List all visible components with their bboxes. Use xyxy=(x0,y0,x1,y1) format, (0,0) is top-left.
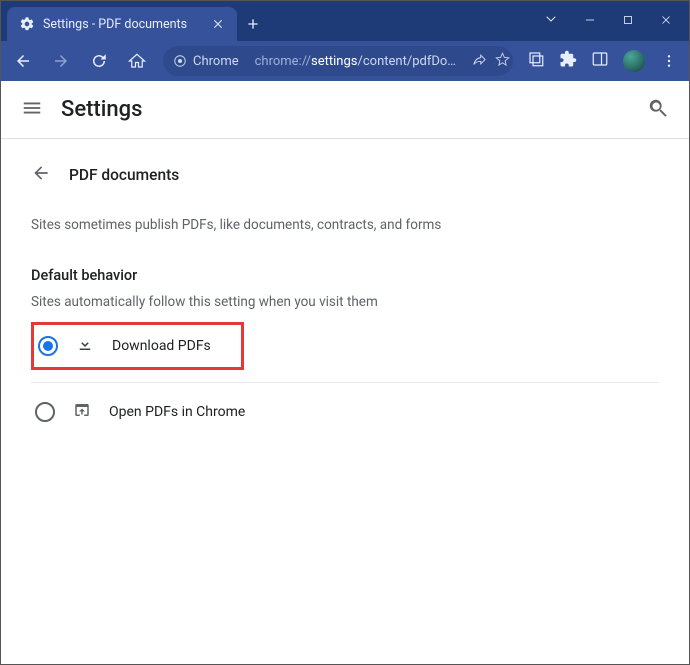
nav-back-button[interactable] xyxy=(11,49,35,73)
option-divider xyxy=(31,382,659,383)
browser-menu-button[interactable] xyxy=(659,53,679,69)
page-description: Sites sometimes publish PDFs, like docum… xyxy=(31,217,659,233)
scheme-label: Chrome xyxy=(193,54,239,69)
section-subtitle: Sites automatically follow this setting … xyxy=(31,294,659,310)
open-in-browser-icon xyxy=(73,401,91,423)
window-close-button[interactable] xyxy=(659,12,673,31)
download-icon xyxy=(76,335,94,357)
gear-icon xyxy=(19,16,35,32)
profile-avatar[interactable] xyxy=(623,50,645,72)
toolbar-actions xyxy=(527,50,679,72)
tab-title: Settings - PDF documents xyxy=(43,17,203,32)
close-icon[interactable] xyxy=(211,17,225,31)
window-controls xyxy=(543,1,689,41)
page-title: PDF documents xyxy=(69,166,179,184)
new-tab-button[interactable] xyxy=(237,7,269,41)
browser-toolbar: Chrome chrome://settings/content/pdfDo… xyxy=(1,41,689,81)
extensions-icon[interactable] xyxy=(559,50,577,72)
section-title: Default behavior xyxy=(31,267,659,284)
search-button[interactable] xyxy=(647,97,669,123)
window-minimize-button[interactable] xyxy=(583,12,597,31)
share-icon[interactable] xyxy=(472,52,487,71)
option-open-in-chrome[interactable]: Open PDFs in Chrome xyxy=(31,389,659,435)
page-head: PDF documents xyxy=(31,163,659,187)
bookmark-star-icon[interactable] xyxy=(495,52,510,71)
menu-icon[interactable] xyxy=(21,97,43,123)
omnibox[interactable]: Chrome chrome://settings/content/pdfDo… xyxy=(163,46,513,76)
radio-selected[interactable] xyxy=(38,336,58,356)
settings-header: Settings xyxy=(1,81,689,139)
window-maximize-button[interactable] xyxy=(621,12,635,31)
option-download-pdfs[interactable]: Download PDFs xyxy=(31,322,244,370)
back-arrow-icon[interactable] xyxy=(31,163,51,187)
chrome-scheme-chip: Chrome xyxy=(173,54,239,69)
settings-title: Settings xyxy=(61,97,142,122)
nav-reload-button[interactable] xyxy=(87,49,111,73)
option-label: Download PDFs xyxy=(112,338,211,354)
tabs-overview-icon[interactable] xyxy=(527,50,545,72)
radio-unselected[interactable] xyxy=(35,402,55,422)
nav-forward-button[interactable] xyxy=(49,49,73,73)
nav-home-button[interactable] xyxy=(125,49,149,73)
option-label: Open PDFs in Chrome xyxy=(109,404,245,420)
window-titlebar: Settings - PDF documents xyxy=(1,1,689,41)
omnibox-url: chrome://settings/content/pdfDo… xyxy=(255,54,456,69)
settings-content: PDF documents Sites sometimes publish PD… xyxy=(1,139,689,459)
chevron-down-icon[interactable] xyxy=(543,11,559,31)
browser-tab[interactable]: Settings - PDF documents xyxy=(7,7,237,41)
sidepanel-icon[interactable] xyxy=(591,50,609,72)
